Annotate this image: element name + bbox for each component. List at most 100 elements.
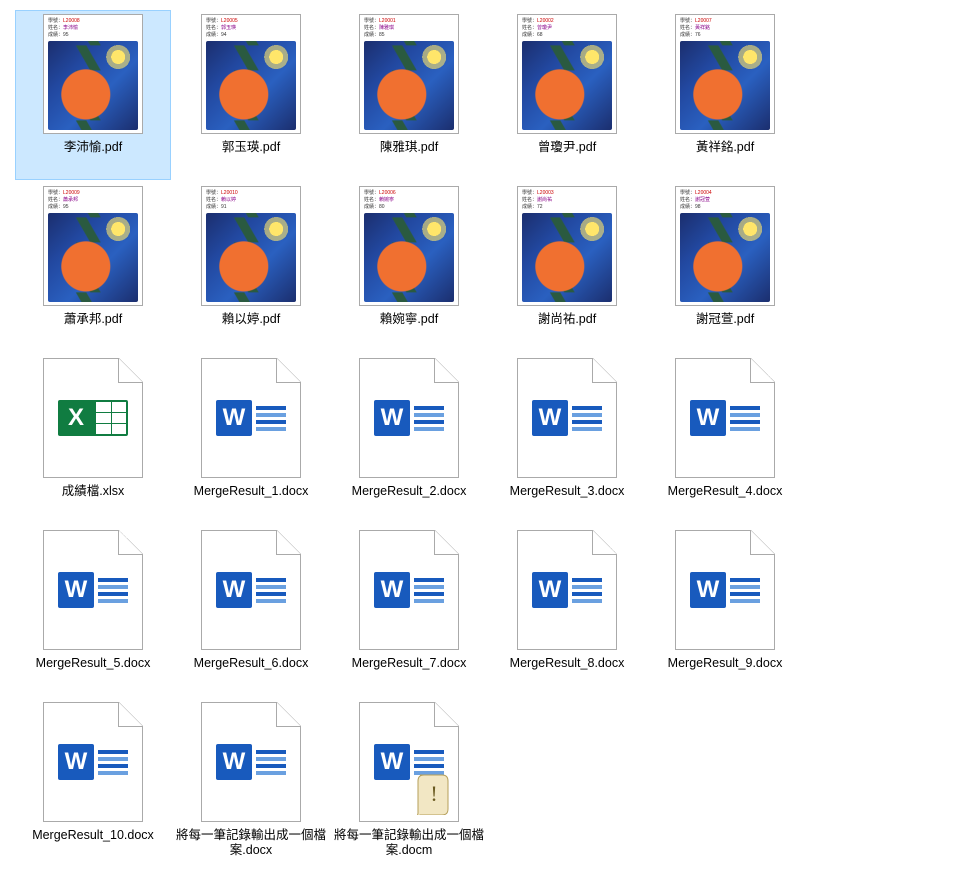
file-thumbnail: 學號：L20006姓名：賴婉寧成績：80 <box>344 186 474 306</box>
file-item[interactable]: W MergeResult_10.docx <box>15 698 171 868</box>
file-item[interactable]: 學號：L20009姓名：蕭承邦成績：95 蕭承邦.pdf <box>15 182 171 352</box>
pdf-thumbnail: 學號：L20004姓名：謝冠萱成績：98 <box>675 186 775 306</box>
pdf-thumbnail: 學號：L20007姓名：黃祥銘成績：76 <box>675 14 775 134</box>
file-thumbnail: 學號：L20004姓名：謝冠萱成績：98 <box>660 186 790 306</box>
file-label: 成績檔.xlsx <box>62 484 125 499</box>
file-thumbnail: 學號：L20009姓名：蕭承邦成績：95 <box>28 186 158 306</box>
file-item[interactable]: X 成績檔.xlsx <box>15 354 171 524</box>
file-label: 曾瓊尹.pdf <box>538 140 596 155</box>
word-icon: W <box>374 400 444 436</box>
file-thumbnail: W <box>502 530 632 650</box>
file-label: MergeResult_10.docx <box>32 828 154 843</box>
file-label: 將每一筆記錄輸出成一個檔案.docx <box>176 828 326 858</box>
pdf-thumbnail: 學號：L20009姓名：蕭承邦成績：95 <box>43 186 143 306</box>
xlsx-thumbnail: X <box>43 358 143 478</box>
file-item[interactable]: 學號：L20003姓名：謝尚祐成績：72 謝尚祐.pdf <box>489 182 645 352</box>
file-thumbnail: W <box>186 530 316 650</box>
file-label: MergeResult_1.docx <box>194 484 309 499</box>
excel-icon: X <box>58 400 128 436</box>
file-item[interactable]: 學號：L20004姓名：謝冠萱成績：98 謝冠萱.pdf <box>647 182 803 352</box>
word-icon: W <box>58 744 128 780</box>
docx-thumbnail: W <box>43 530 143 650</box>
file-item[interactable]: W MergeResult_3.docx <box>489 354 645 524</box>
file-item[interactable]: WMergeResult_9.docx <box>647 526 803 696</box>
file-label: MergeResult_6.docx <box>194 656 309 671</box>
pdf-thumbnail: 學號：L20010姓名：賴以婷成績：91 <box>201 186 301 306</box>
file-label: MergeResult_4.docx <box>668 484 783 499</box>
file-thumbnail: X <box>28 358 158 478</box>
file-item[interactable]: W MergeResult_2.docx <box>331 354 487 524</box>
owl-artwork-icon <box>48 41 138 130</box>
pdf-thumbnail: 學號：L20001姓名：陳雅琪成績：85 <box>359 14 459 134</box>
docx-thumbnail: W <box>517 530 617 650</box>
file-item[interactable]: 學號：L20005姓名：郭玉瑛成績：94郭玉瑛.pdf <box>173 10 329 180</box>
file-label: 將每一筆記錄輸出成一個檔案.docm <box>334 828 484 858</box>
file-thumbnail: 學號：L20010姓名：賴以婷成績：91 <box>186 186 316 306</box>
owl-artwork-icon <box>364 213 454 302</box>
docx-thumbnail: W <box>675 530 775 650</box>
file-label: 謝尚祐.pdf <box>538 312 596 327</box>
owl-artwork-icon <box>522 41 612 130</box>
file-item[interactable]: W 將每一筆記錄輸出成一個檔案.docx <box>173 698 329 868</box>
file-thumbnail: W <box>660 358 790 478</box>
file-thumbnail: 學號：L20007姓名：黃祥銘成績：76 <box>660 14 790 134</box>
file-item[interactable]: 學號：L20001姓名：陳雅琪成績：85陳雅琪.pdf <box>331 10 487 180</box>
owl-artwork-icon <box>680 41 770 130</box>
file-item[interactable]: 學號：L20008姓名：李沛愉成績：95李沛愉.pdf <box>15 10 171 180</box>
file-thumbnail: W <box>344 530 474 650</box>
macro-overlay-icon: ! <box>416 771 452 815</box>
docx-thumbnail: W <box>201 358 301 478</box>
owl-artwork-icon <box>48 213 138 302</box>
owl-artwork-icon <box>364 41 454 130</box>
file-thumbnail: 學號：L20002姓名：曾瓊尹成績：68 <box>502 14 632 134</box>
file-item[interactable]: 學號：L20002姓名：曾瓊尹成績：68 曾瓊尹.pdf <box>489 10 645 180</box>
file-item[interactable]: WMergeResult_8.docx <box>489 526 645 696</box>
word-icon: W <box>690 572 760 608</box>
file-label: 蕭承邦.pdf <box>64 312 122 327</box>
file-thumbnail: W <box>502 358 632 478</box>
word-icon: W <box>216 400 286 436</box>
file-label: 謝冠萱.pdf <box>696 312 754 327</box>
file-label: 賴婉寧.pdf <box>380 312 438 327</box>
file-grid: 學號：L20008姓名：李沛愉成績：95李沛愉.pdf學號：L20005姓名：郭… <box>14 10 955 870</box>
word-icon: W <box>58 572 128 608</box>
file-label: MergeResult_2.docx <box>352 484 467 499</box>
pdf-thumbnail: 學號：L20005姓名：郭玉瑛成績：94 <box>201 14 301 134</box>
word-icon: W <box>374 572 444 608</box>
docm-thumbnail: W! <box>359 702 459 822</box>
file-item[interactable]: W MergeResult_4.docx <box>647 354 803 524</box>
pdf-thumbnail: 學號：L20003姓名：謝尚祐成績：72 <box>517 186 617 306</box>
file-label: MergeResult_5.docx <box>36 656 151 671</box>
word-icon: W <box>216 744 286 780</box>
svg-text:!: ! <box>430 781 437 806</box>
file-item[interactable]: W! 將每一筆記錄輸出成一個檔案.docm <box>331 698 487 868</box>
file-thumbnail: 學號：L20003姓名：謝尚祐成績：72 <box>502 186 632 306</box>
file-item[interactable]: W MergeResult_6.docx <box>173 526 329 696</box>
pdf-thumbnail: 學號：L20008姓名：李沛愉成績：95 <box>43 14 143 134</box>
file-thumbnail: 學號：L20008姓名：李沛愉成績：95 <box>28 14 158 134</box>
word-icon: W <box>690 400 760 436</box>
file-label: MergeResult_7.docx <box>352 656 467 671</box>
file-item[interactable]: 學號：L20006姓名：賴婉寧成績：80 賴婉寧.pdf <box>331 182 487 352</box>
file-label: 黃祥銘.pdf <box>696 140 754 155</box>
docx-thumbnail: W <box>201 530 301 650</box>
file-thumbnail: W <box>660 530 790 650</box>
word-icon: W <box>216 572 286 608</box>
docx-thumbnail: W <box>359 530 459 650</box>
word-icon: W <box>532 400 602 436</box>
owl-artwork-icon <box>522 213 612 302</box>
file-thumbnail: W! <box>344 702 474 822</box>
file-item[interactable]: W MergeResult_7.docx <box>331 526 487 696</box>
file-item[interactable]: 學號：L20010姓名：賴以婷成績：91賴以婷.pdf <box>173 182 329 352</box>
file-item[interactable]: W MergeResult_5.docx <box>15 526 171 696</box>
docx-thumbnail: W <box>517 358 617 478</box>
file-item[interactable]: W MergeResult_1.docx <box>173 354 329 524</box>
docx-thumbnail: W <box>359 358 459 478</box>
file-thumbnail: 學號：L20005姓名：郭玉瑛成績：94 <box>186 14 316 134</box>
file-thumbnail: W <box>344 358 474 478</box>
docx-thumbnail: W <box>201 702 301 822</box>
file-label: MergeResult_3.docx <box>510 484 625 499</box>
docx-thumbnail: W <box>43 702 143 822</box>
owl-artwork-icon <box>206 41 296 130</box>
file-item[interactable]: 學號：L20007姓名：黃祥銘成績：76 黃祥銘.pdf <box>647 10 803 180</box>
